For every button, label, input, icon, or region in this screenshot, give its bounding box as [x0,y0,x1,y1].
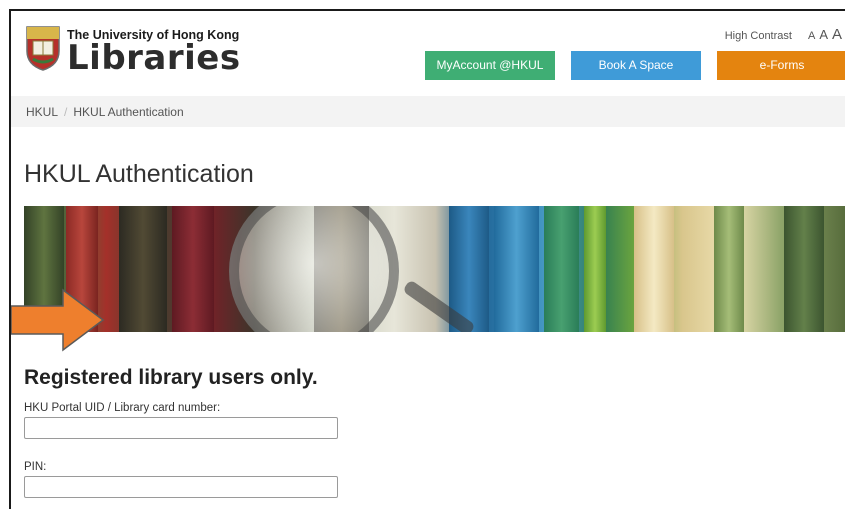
high-contrast-link[interactable]: High Contrast [725,30,792,42]
book-spine [172,206,214,332]
pin-input[interactable] [24,476,338,498]
page-title: HKUL Authentication [24,160,254,188]
breadcrumb-separator: / [64,104,68,119]
book-spine [544,206,579,332]
breadcrumb-home-link[interactable]: HKUL [26,105,58,119]
book-a-space-button[interactable]: Book A Space [571,51,701,80]
book-spine [634,206,674,332]
accessibility-controls: High Contrast A A A [725,26,842,43]
e-forms-button[interactable]: e-Forms [717,51,845,80]
font-size-small-link[interactable]: A [808,30,815,42]
breadcrumb: HKUL / HKUL Authentication [11,96,845,127]
book-spine [494,206,539,332]
uid-input[interactable] [24,417,338,439]
book-spine [714,206,744,332]
hkul-logo[interactable]: The University of Hong Kong Libraries [25,25,245,83]
libraries-wordmark: Libraries [67,38,241,78]
magnifying-glass-icon [229,206,399,332]
font-size-large-link[interactable]: A [832,26,842,43]
font-size-medium-link[interactable]: A [819,27,828,42]
breadcrumb-current: HKUL Authentication [73,104,184,119]
book-spine [584,206,606,332]
book-spine [784,206,824,332]
pin-label: PIN: [24,461,47,473]
book-spine [119,206,167,332]
login-heading: Registered library users only. [24,366,318,389]
uid-label: HKU Portal UID / Library card number: [24,402,221,414]
orange-arrow-icon [11,288,105,352]
banner-image [24,206,845,332]
browser-viewport: The University of Hong Kong Libraries Hi… [9,9,845,509]
university-crest-icon [26,26,60,71]
myaccount-button[interactable]: MyAccount @HKUL [425,51,555,80]
